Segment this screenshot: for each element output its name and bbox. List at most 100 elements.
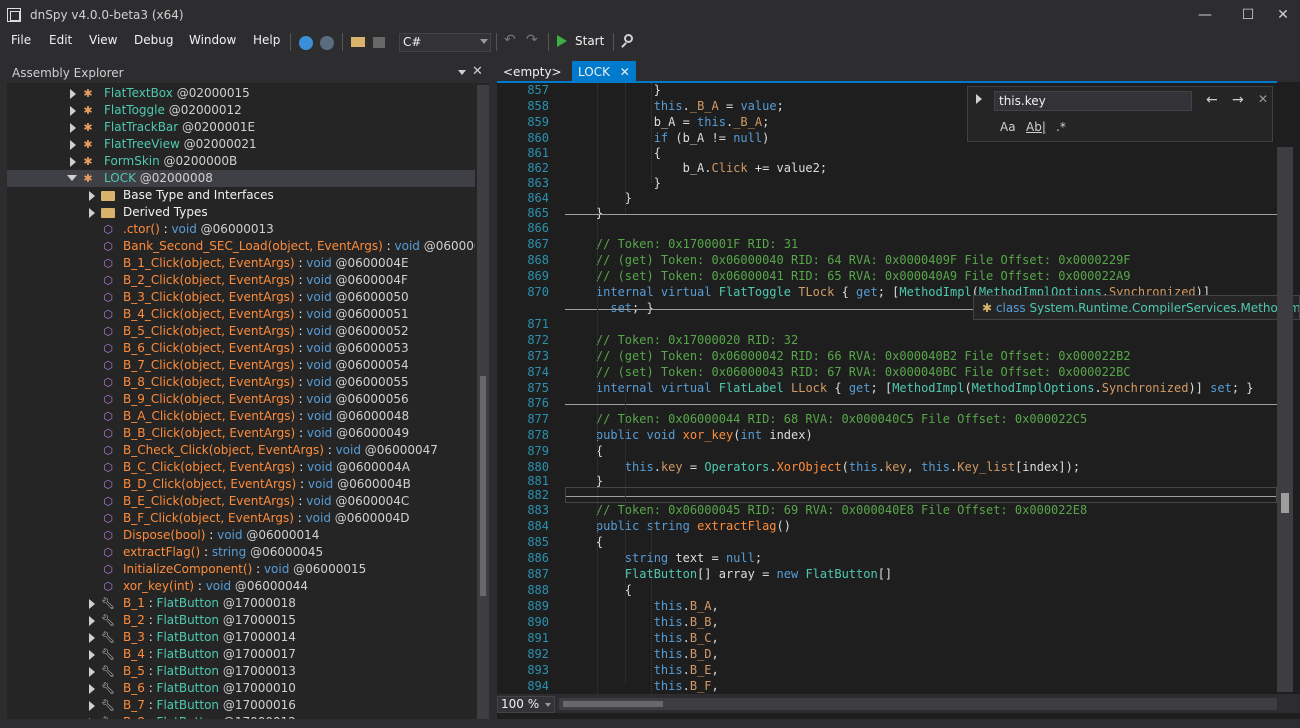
expand-icon[interactable] — [89, 616, 95, 626]
tree-node[interactable]: ⬡ B_9_Click(object, EventArgs) : void @06… — [7, 391, 475, 408]
tree-node[interactable]: ✱ FlatTrackBar @0200001E — [7, 119, 475, 136]
menu-window[interactable]: Window — [189, 33, 236, 47]
menu-file[interactable]: File — [11, 33, 31, 47]
code-line[interactable]: this.B_B, — [567, 615, 719, 629]
code-line[interactable]: this.key = Operators.XorObject(this.key,… — [567, 460, 1080, 474]
find-close-icon[interactable]: ✕ — [1258, 92, 1268, 106]
code-line[interactable]: FlatButton[] array = new FlatButton[] — [567, 567, 892, 581]
explorer-scroll-thumb[interactable] — [480, 376, 486, 596]
expand-icon[interactable] — [70, 123, 76, 133]
tree-node[interactable]: Derived Types — [7, 204, 475, 221]
expand-icon[interactable] — [70, 157, 76, 167]
tree-node[interactable]: 🔧︎ B_3 : FlatButton @17000014 — [7, 629, 475, 646]
code-line[interactable]: this.B_A, — [567, 599, 719, 613]
tree-node[interactable]: ✱ FormSkin @0200000B — [7, 153, 475, 170]
open-folder-icon[interactable] — [351, 32, 367, 52]
menu-debug[interactable]: Debug — [134, 33, 173, 47]
code-line[interactable]: // Token: 0x1700001F RID: 31 — [567, 237, 798, 251]
tree-node[interactable]: ⬡ extractFlag() : string @06000045 — [7, 544, 475, 561]
code-line[interactable]: this.B_C, — [567, 631, 719, 645]
search-icon[interactable] — [620, 32, 636, 52]
editor-scroll-thumb[interactable] — [1281, 493, 1289, 513]
expand-icon[interactable] — [89, 667, 95, 677]
tree-node[interactable]: 🔧︎B_8 : FlatButton @17000012 — [7, 714, 475, 719]
code-line[interactable]: // (set) Token: 0x06000043 RID: 67 RVA: … — [567, 365, 1131, 379]
tree-node[interactable]: ⬡ Bank_Second_SEC_Load(object, EventArgs)… — [7, 238, 475, 255]
tree-node[interactable]: ⬡ B_C_Click(object, EventArgs) : void @06… — [7, 459, 475, 476]
find-next-icon[interactable]: → — [1232, 92, 1244, 108]
minimize-button[interactable]: — — [1190, 4, 1220, 26]
code-line[interactable]: { — [567, 146, 661, 160]
code-line[interactable]: public void xor_key(int index) — [567, 428, 813, 442]
code-line[interactable]: } — [567, 191, 632, 205]
tab-empty[interactable]: <empty> — [497, 61, 568, 82]
code-line[interactable]: // Token: 0x06000045 RID: 69 RVA: 0x0000… — [567, 503, 1087, 517]
find-prev-icon[interactable]: ← — [1206, 92, 1218, 108]
expand-icon[interactable] — [89, 208, 95, 218]
tree-node[interactable]: 🔧︎ B_1 : FlatButton @17000018 — [7, 595, 475, 612]
tree-node[interactable]: ⬡ .ctor() : void @06000013 — [7, 221, 475, 238]
code-line[interactable]: // Token: 0x06000044 RID: 68 RVA: 0x0000… — [567, 412, 1087, 426]
code-line[interactable]: internal virtual FlatLabel LLock { get; … — [567, 381, 1254, 395]
code-line[interactable]: public string extractFlag() — [567, 519, 791, 533]
tree-node[interactable]: 🔧︎ B_5 : FlatButton @17000013 — [7, 663, 475, 680]
tree-node[interactable]: ⬡ B_5_Click(object, EventArgs) : void @06… — [7, 323, 475, 340]
regex-icon[interactable]: .* — [1056, 120, 1066, 134]
expand-icon[interactable] — [89, 633, 95, 643]
tree-node[interactable]: ✱ FlatTextBox @02000015 — [7, 85, 475, 102]
tree-node[interactable]: ⬡ B_E_Click(object, EventArgs) : void @06… — [7, 493, 475, 510]
code-line[interactable]: this.B_F, — [567, 679, 719, 693]
expand-icon[interactable] — [89, 191, 95, 201]
find-input[interactable]: this.key — [994, 91, 1192, 111]
tree-node[interactable]: ⬡ B_B_Click(object, EventArgs) : void @06… — [7, 425, 475, 442]
whole-word-icon[interactable]: Ab| — [1026, 120, 1046, 134]
horizontal-scroll-thumb[interactable] — [563, 701, 663, 707]
tree-node[interactable]: ✱ LOCK @02000008 — [7, 170, 475, 187]
menu-help[interactable]: Help — [253, 33, 280, 47]
tree-node[interactable]: Base Type and Interfaces — [7, 187, 475, 204]
tree-node[interactable]: ⬡ B_D_Click(object, EventArgs) : void @06… — [7, 476, 475, 493]
code-view[interactable]: 857 } 858 this._B_A = value; 859 b_A = thi… — [497, 83, 1277, 694]
tree-node[interactable]: 🔧︎ B_2 : FlatButton @17000015 — [7, 612, 475, 629]
close-icon[interactable]: ✕ — [472, 64, 483, 79]
expand-replace-icon[interactable] — [976, 94, 982, 104]
code-line[interactable]: // (set) Token: 0x06000041 RID: 65 RVA: … — [567, 269, 1131, 283]
editor-scrollbar[interactable] — [1277, 147, 1293, 692]
expand-icon[interactable] — [89, 650, 95, 660]
tree-node[interactable]: ⬡ xor_key(int) : void @06000044 — [7, 578, 475, 595]
save-icon[interactable] — [373, 32, 389, 52]
tree-node[interactable]: ⬡ InitializeComponent() : void @06000015 — [7, 561, 475, 578]
code-line[interactable]: // (get) Token: 0x06000042 RID: 66 RVA: … — [567, 349, 1131, 363]
start-button[interactable]: Start — [557, 32, 607, 52]
tree-node[interactable]: ⬡ B_4_Click(object, EventArgs) : void @06… — [7, 306, 475, 323]
tree-node[interactable]: ⬡ B_F_Click(object, EventArgs) : void @06… — [7, 510, 475, 527]
code-line[interactable]: { — [567, 583, 632, 597]
expand-icon[interactable] — [70, 89, 76, 99]
tab-lock[interactable]: LOCK ✕ — [572, 61, 636, 82]
horizontal-scrollbar[interactable] — [559, 698, 1277, 710]
forward-icon[interactable] — [320, 32, 336, 52]
tree-node[interactable]: ⬡ B_3_Click(object, EventArgs) : void @06… — [7, 289, 475, 306]
close-icon[interactable]: ✕ — [620, 65, 630, 79]
menu-edit[interactable]: Edit — [49, 33, 72, 47]
tree-node[interactable]: ⬡ B_7_Click(object, EventArgs) : void @06… — [7, 357, 475, 374]
expand-icon[interactable] — [70, 106, 76, 116]
code-line[interactable]: } — [567, 176, 661, 190]
code-line[interactable]: // Token: 0x17000020 RID: 32 — [567, 333, 798, 347]
code-line[interactable]: this.B_D, — [567, 647, 719, 661]
expand-icon[interactable] — [70, 140, 76, 150]
tree-node[interactable]: ⬡ B_8_Click(object, EventArgs) : void @06… — [7, 374, 475, 391]
tree-node[interactable]: ⬡ B_2_Click(object, EventArgs) : void @06… — [7, 272, 475, 289]
code-line[interactable]: set; } — [567, 301, 653, 315]
maximize-button[interactable]: ☐ — [1233, 4, 1263, 26]
expand-icon[interactable] — [89, 718, 95, 719]
dropdown-icon[interactable] — [458, 70, 466, 75]
tree-node[interactable]: 🔧︎ B_6 : FlatButton @17000010 — [7, 680, 475, 697]
code-line[interactable]: } — [567, 83, 661, 97]
expand-icon[interactable] — [89, 599, 95, 609]
expand-icon[interactable] — [89, 684, 95, 694]
tree-node[interactable]: ⬡ B_Check_Click(object, EventArgs) : void… — [7, 442, 475, 459]
tree-node[interactable]: ⬡ B_1_Click(object, EventArgs) : void @06… — [7, 255, 475, 272]
close-button[interactable]: ✕ — [1268, 4, 1298, 26]
tree-node[interactable]: ⬡ B_A_Click(object, EventArgs) : void @06… — [7, 408, 475, 425]
